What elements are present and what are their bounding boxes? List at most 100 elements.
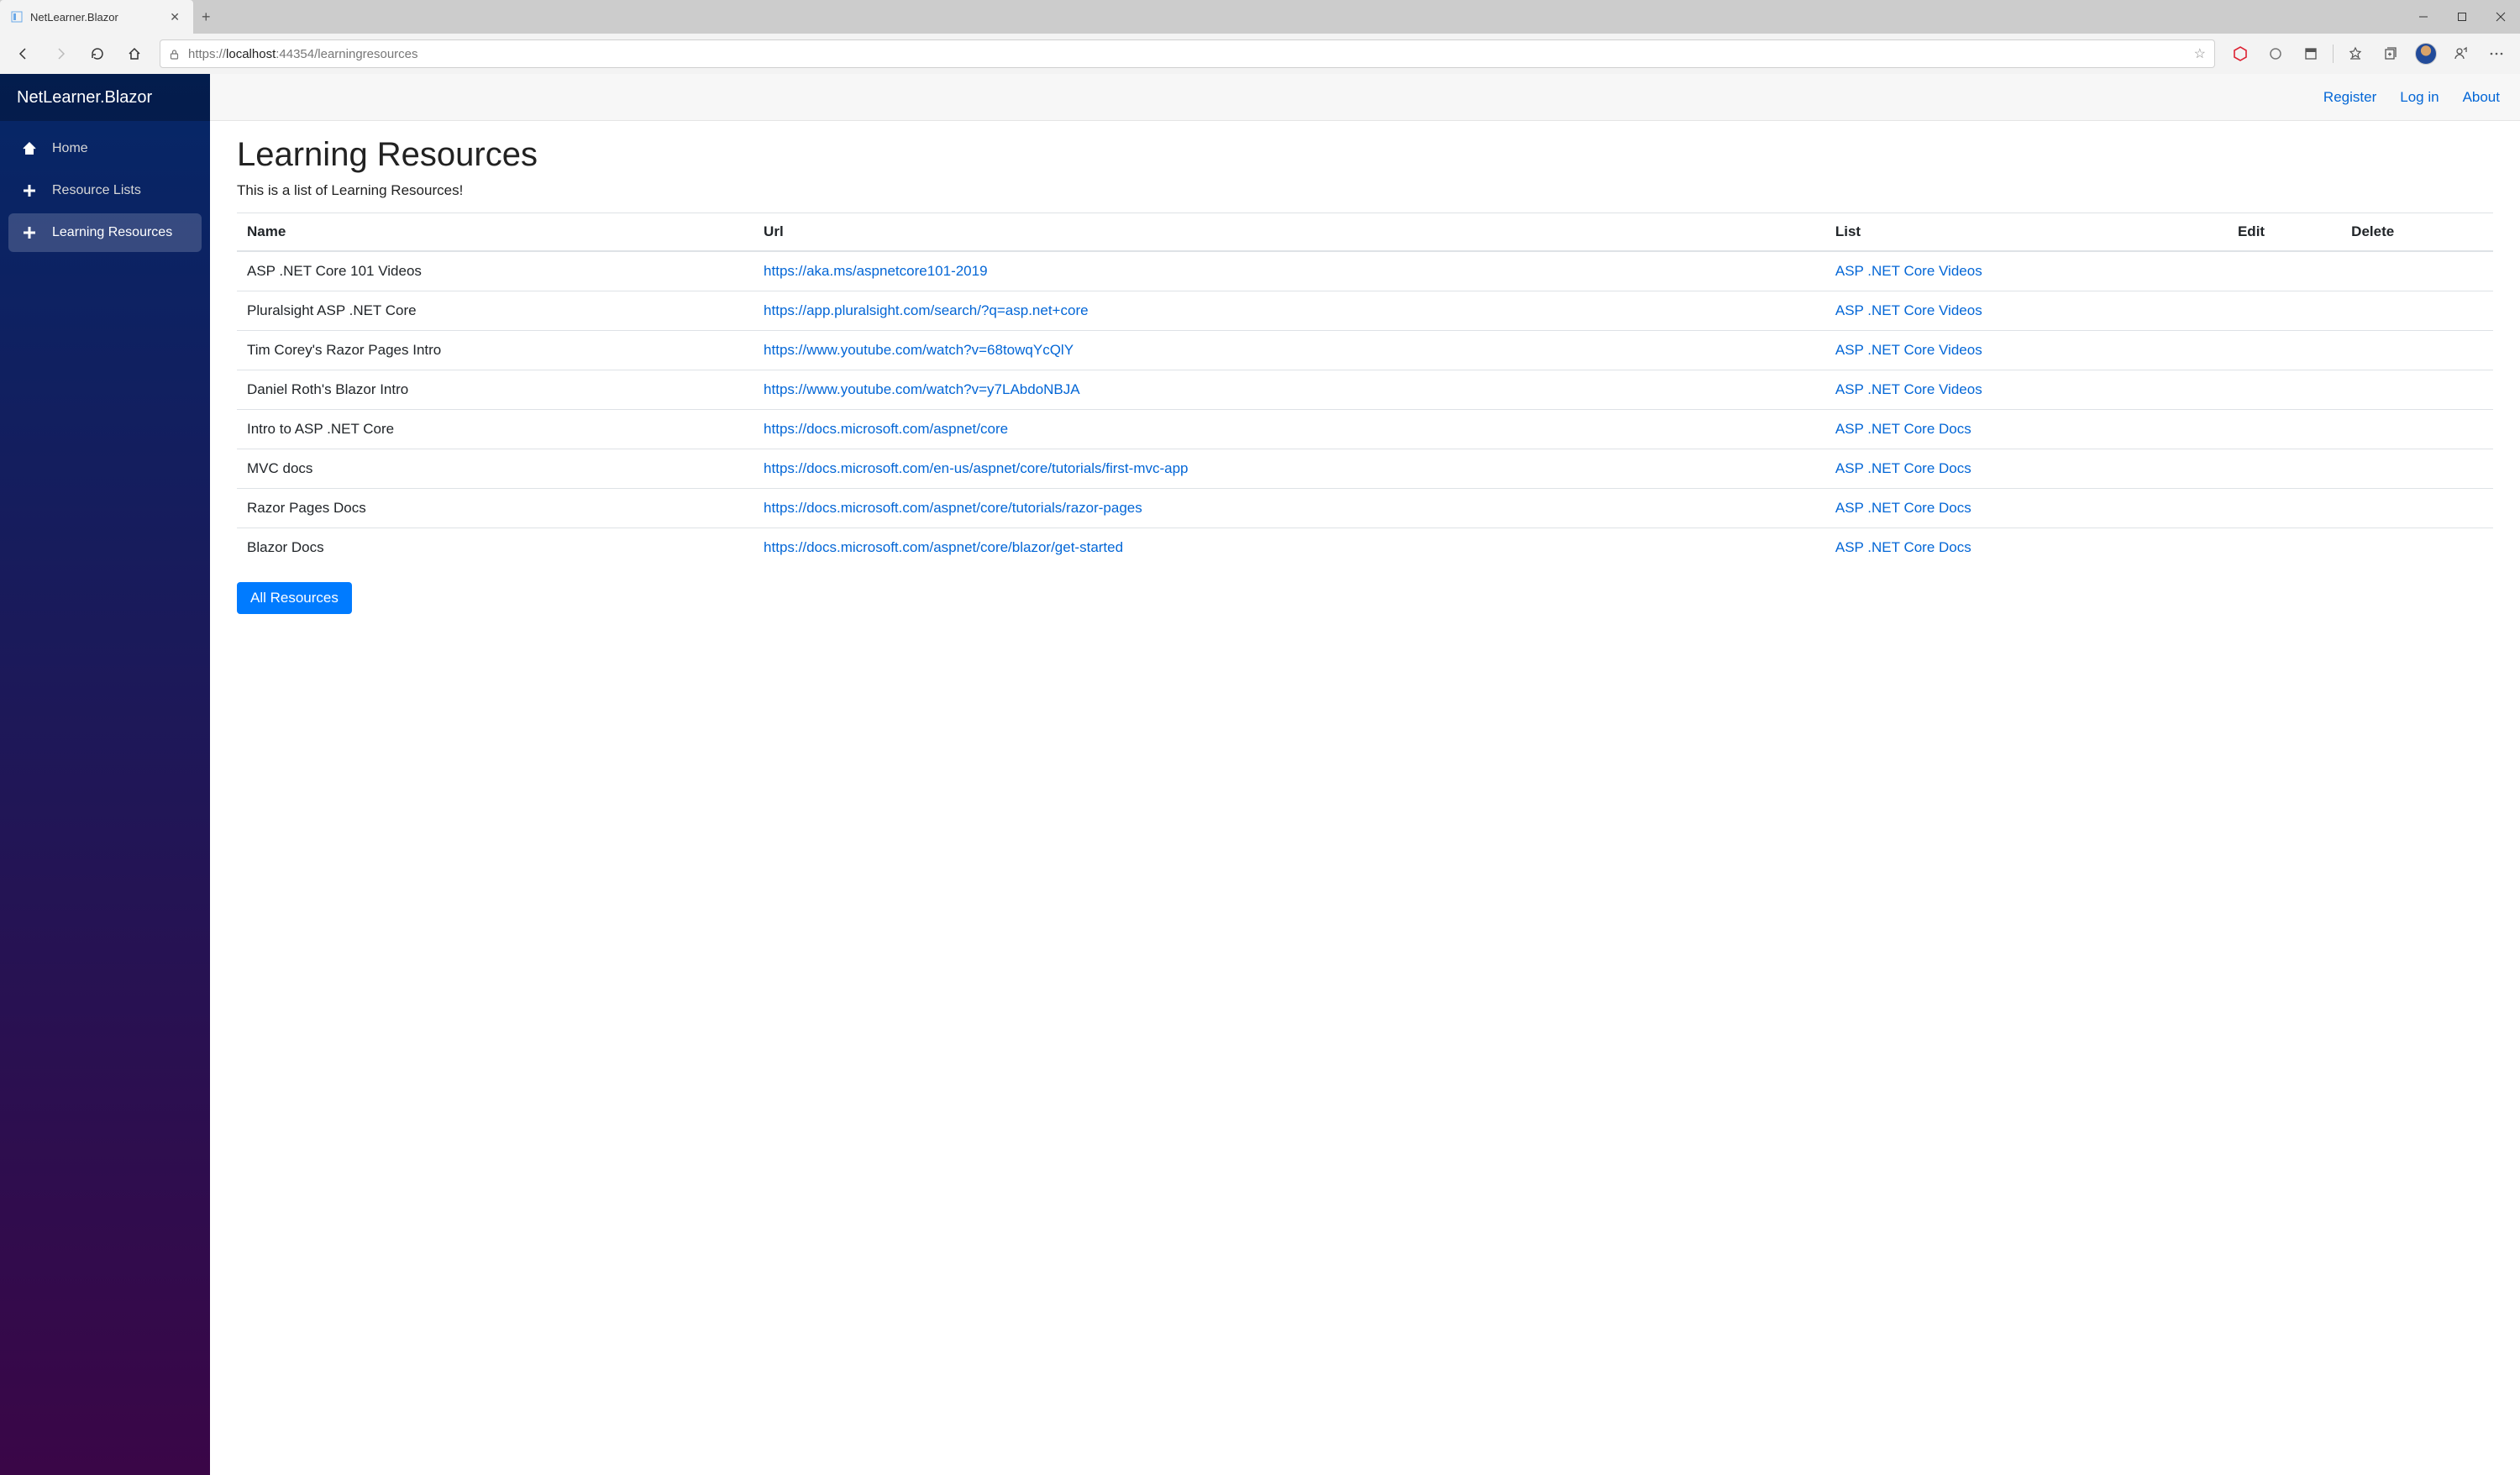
cell-list: ASP .NET Core Videos bbox=[1825, 370, 2228, 410]
sidebar: NetLearner.Blazor Home Resource Lists Le… bbox=[0, 74, 210, 1475]
table-row: MVC docshttps://docs.microsoft.com/en-us… bbox=[237, 449, 2493, 489]
sidebar-nav: Home Resource Lists Learning Resources bbox=[0, 121, 210, 260]
resource-list-link[interactable]: ASP .NET Core Docs bbox=[1835, 460, 1971, 476]
cell-edit bbox=[2228, 489, 2341, 528]
cell-list: ASP .NET Core Docs bbox=[1825, 528, 2228, 568]
cell-name: Razor Pages Docs bbox=[237, 489, 753, 528]
resource-url-link[interactable]: https://www.youtube.com/watch?v=68towqYc… bbox=[764, 342, 1074, 358]
sidebar-item-label: Learning Resources bbox=[52, 225, 172, 240]
resource-url-link[interactable]: https://docs.microsoft.com/aspnet/core bbox=[764, 421, 1008, 437]
cell-edit bbox=[2228, 410, 2341, 449]
feedback-icon[interactable] bbox=[2444, 37, 2478, 71]
resource-list-link[interactable]: ASP .NET Core Videos bbox=[1835, 342, 1982, 358]
browser-toolbar: https://localhost:44354/learningresource… bbox=[0, 34, 2520, 74]
cell-edit bbox=[2228, 331, 2341, 370]
sidebar-item-home[interactable]: Home bbox=[8, 129, 202, 168]
resource-url-link[interactable]: https://aka.ms/aspnetcore101-2019 bbox=[764, 263, 988, 279]
resource-url-link[interactable]: https://docs.microsoft.com/en-us/aspnet/… bbox=[764, 460, 1188, 476]
resource-url-link[interactable]: https://www.youtube.com/watch?v=y7LAbdoN… bbox=[764, 381, 1080, 397]
login-link[interactable]: Log in bbox=[2400, 89, 2439, 106]
close-tab-icon[interactable]: ✕ bbox=[166, 8, 183, 26]
cell-url: https://www.youtube.com/watch?v=68towqYc… bbox=[753, 331, 1825, 370]
browser-tab[interactable]: NetLearner.Blazor ✕ bbox=[0, 0, 193, 34]
cell-edit bbox=[2228, 370, 2341, 410]
cell-list: ASP .NET Core Videos bbox=[1825, 291, 2228, 331]
table-row: Tim Corey's Razor Pages Introhttps://www… bbox=[237, 331, 2493, 370]
tab-title: NetLearner.Blazor bbox=[30, 11, 160, 24]
cell-delete bbox=[2341, 370, 2493, 410]
page-title: Learning Resources bbox=[237, 136, 2493, 174]
col-name: Name bbox=[237, 213, 753, 252]
cell-list: ASP .NET Core Docs bbox=[1825, 449, 2228, 489]
extension-icon[interactable] bbox=[2259, 37, 2292, 71]
table-row: ASP .NET Core 101 Videos https://aka.ms/a… bbox=[237, 251, 2493, 291]
home-button[interactable] bbox=[118, 37, 151, 71]
address-bar[interactable]: https://localhost:44354/learningresource… bbox=[160, 39, 2215, 68]
adblock-icon[interactable] bbox=[2223, 37, 2257, 71]
cell-list: ASP .NET Core Videos bbox=[1825, 251, 2228, 291]
cell-delete bbox=[2341, 251, 2493, 291]
sidebar-item-label: Resource Lists bbox=[52, 183, 141, 198]
resource-url-link[interactable]: https://docs.microsoft.com/aspnet/core/b… bbox=[764, 539, 1123, 555]
resource-list-link[interactable]: ASP .NET Core Videos bbox=[1835, 302, 1982, 318]
cell-name: Pluralsight ASP .NET Core bbox=[237, 291, 753, 331]
app-root: NetLearner.Blazor Home Resource Lists Le… bbox=[0, 74, 2520, 1475]
refresh-button[interactable] bbox=[81, 37, 114, 71]
col-delete: Delete bbox=[2341, 213, 2493, 252]
profile-avatar[interactable] bbox=[2409, 37, 2443, 71]
resource-list-link[interactable]: ASP .NET Core Docs bbox=[1835, 421, 1971, 437]
resource-list-link[interactable]: ASP .NET Core Videos bbox=[1835, 381, 1982, 397]
favicon-icon bbox=[10, 10, 24, 24]
cell-list: ASP .NET Core Docs bbox=[1825, 410, 2228, 449]
table-row: Blazor Docshttps://docs.microsoft.com/as… bbox=[237, 528, 2493, 568]
cell-delete bbox=[2341, 489, 2493, 528]
tab-strip: NetLearner.Blazor ✕ + bbox=[0, 0, 2520, 34]
minimize-button[interactable] bbox=[2404, 0, 2443, 34]
maximize-button[interactable] bbox=[2443, 0, 2481, 34]
cell-url: https://docs.microsoft.com/aspnet/core bbox=[753, 410, 1825, 449]
cell-delete bbox=[2341, 331, 2493, 370]
table-row: Pluralsight ASP .NET Core https://app.plu… bbox=[237, 291, 2493, 331]
new-tab-button[interactable]: + bbox=[193, 8, 219, 26]
cell-name: ASP .NET Core 101 Videos bbox=[237, 251, 753, 291]
sidebar-item-resource-lists[interactable]: Resource Lists bbox=[8, 171, 202, 210]
cell-name: Intro to ASP .NET Core bbox=[237, 410, 753, 449]
sidebar-item-learning-resources[interactable]: Learning Resources bbox=[8, 213, 202, 252]
reader-icon[interactable] bbox=[2294, 37, 2328, 71]
address-url: https://localhost:44354/learningresource… bbox=[188, 47, 2186, 61]
back-button[interactable] bbox=[7, 37, 40, 71]
plus-icon bbox=[20, 181, 39, 200]
window-controls bbox=[2404, 0, 2520, 34]
sidebar-item-label: Home bbox=[52, 141, 88, 156]
cell-name: Daniel Roth's Blazor Intro bbox=[237, 370, 753, 410]
cell-url: https://docs.microsoft.com/en-us/aspnet/… bbox=[753, 449, 1825, 489]
cell-list: ASP .NET Core Videos bbox=[1825, 331, 2228, 370]
collections-button[interactable] bbox=[2374, 37, 2407, 71]
close-window-button[interactable] bbox=[2481, 0, 2520, 34]
content: Learning Resources This is a list of Lea… bbox=[210, 121, 2520, 629]
all-resources-button[interactable]: All Resources bbox=[237, 582, 352, 614]
col-list: List bbox=[1825, 213, 2228, 252]
table-row: Intro to ASP .NET Core https://docs.micro… bbox=[237, 410, 2493, 449]
cell-delete bbox=[2341, 410, 2493, 449]
brand-title: NetLearner.Blazor bbox=[0, 74, 210, 121]
forward-button[interactable] bbox=[44, 37, 77, 71]
cell-url: https://docs.microsoft.com/aspnet/core/b… bbox=[753, 528, 1825, 568]
main: Register Log in About Learning Resources… bbox=[210, 74, 2520, 1475]
resource-list-link[interactable]: ASP .NET Core Videos bbox=[1835, 263, 1982, 279]
favorites-button[interactable] bbox=[2339, 37, 2372, 71]
topbar: Register Log in About bbox=[210, 74, 2520, 121]
table-row: Daniel Roth's Blazor Intro https://www.yo… bbox=[237, 370, 2493, 410]
about-link[interactable]: About bbox=[2463, 89, 2500, 106]
more-icon[interactable] bbox=[2480, 37, 2513, 71]
register-link[interactable]: Register bbox=[2323, 89, 2376, 106]
resource-list-link[interactable]: ASP .NET Core Docs bbox=[1835, 539, 1971, 555]
cell-url: https://www.youtube.com/watch?v=y7LAbdoN… bbox=[753, 370, 1825, 410]
lock-icon bbox=[169, 49, 180, 60]
resource-url-link[interactable]: https://docs.microsoft.com/aspnet/core/t… bbox=[764, 500, 1142, 516]
resource-url-link[interactable]: https://app.pluralsight.com/search/?q=as… bbox=[764, 302, 1089, 318]
cell-edit bbox=[2228, 251, 2341, 291]
cell-url: https://app.pluralsight.com/search/?q=as… bbox=[753, 291, 1825, 331]
resource-list-link[interactable]: ASP .NET Core Docs bbox=[1835, 500, 1971, 516]
favorite-icon[interactable]: ☆ bbox=[2194, 45, 2206, 62]
